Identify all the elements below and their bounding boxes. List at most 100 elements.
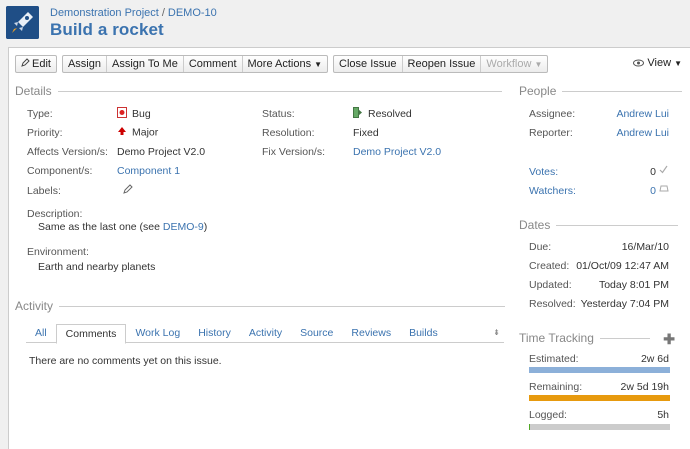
- activity-title: Activity: [15, 299, 54, 313]
- actions-group: Assign Assign To Me Comment More Actions…: [61, 55, 329, 73]
- watchers-count[interactable]: 0: [650, 185, 656, 197]
- remaining-value: 2w 5d 19h: [620, 381, 669, 393]
- chevron-down-icon: ▼: [674, 59, 682, 68]
- details-title: Details: [15, 84, 52, 98]
- issue-toolbar: Edit Assign Assign To Me Comment More Ac…: [15, 55, 553, 73]
- tab-history[interactable]: History: [189, 324, 240, 342]
- reporter-link[interactable]: Andrew Lui: [616, 127, 669, 139]
- vote-check-icon[interactable]: [659, 165, 668, 177]
- remaining-progress-bar: [529, 395, 670, 401]
- component-link[interactable]: Component 1: [117, 165, 180, 177]
- description-prefix: Same as the last one (see: [38, 221, 163, 233]
- votes-count: 0: [650, 166, 656, 178]
- tab-work-log[interactable]: Work Log: [126, 324, 189, 342]
- breadcrumb-project-link[interactable]: Demonstration Project: [50, 7, 159, 19]
- tab-builds[interactable]: Builds: [400, 324, 447, 342]
- priority-major-icon: [117, 126, 127, 139]
- breadcrumb: Demonstration Project / DEMO-10: [50, 7, 217, 19]
- view-button[interactable]: View ▼: [633, 57, 682, 69]
- project-logo-icon[interactable]: [6, 6, 39, 39]
- edit-button[interactable]: Edit: [16, 56, 56, 72]
- more-actions-label: More Actions: [247, 58, 312, 70]
- priority-text: Major: [132, 126, 159, 139]
- description-label: Description:: [27, 208, 83, 220]
- issue-panel: Edit Assign Assign To Me Comment More Ac…: [8, 47, 690, 449]
- logged-progress-fill: [529, 424, 531, 430]
- affects-version-label: Affects Version/s:: [27, 146, 108, 158]
- activity-section-title: Activity: [15, 299, 506, 313]
- add-time-plus-icon[interactable]: ✚: [663, 331, 675, 348]
- section-divider: [57, 90, 502, 92]
- bug-icon: [117, 107, 127, 121]
- reporter-label: Reporter:: [529, 127, 573, 139]
- workflow-button: Workflow ▼: [481, 56, 547, 72]
- workflow-group: Close Issue Reopen Issue Workflow ▼: [333, 55, 549, 73]
- status-label: Status:: [262, 108, 295, 120]
- assign-button[interactable]: Assign: [63, 56, 107, 72]
- type-value: Bug: [117, 107, 151, 121]
- due-label: Due:: [529, 241, 552, 253]
- tab-source[interactable]: Source: [291, 324, 342, 342]
- sort-order-icon[interactable]: ⇟: [493, 328, 500, 337]
- watch-eye-icon[interactable]: [659, 184, 669, 196]
- pencil-icon: [21, 56, 30, 72]
- eye-icon: [633, 57, 647, 69]
- people-title: People: [519, 84, 557, 98]
- estimated-progress-fill: [529, 367, 670, 373]
- edit-group: Edit: [15, 55, 57, 73]
- resolution-value: Fixed: [353, 127, 379, 139]
- view-label: View: [647, 57, 672, 69]
- watchers-link[interactable]: Watchers:: [529, 185, 576, 197]
- tab-activity[interactable]: Activity: [240, 324, 291, 342]
- remaining-progress-fill: [529, 395, 670, 401]
- section-divider: [59, 305, 506, 307]
- close-issue-button[interactable]: Close Issue: [334, 56, 403, 72]
- tab-comments[interactable]: Comments: [55, 324, 127, 344]
- section-divider: [599, 337, 650, 339]
- labels-label: Labels:: [27, 185, 61, 197]
- logged-value: 5h: [657, 409, 669, 421]
- workflow-label: Workflow: [486, 58, 532, 70]
- remaining-label: Remaining:: [529, 381, 583, 393]
- edit-label: Edit: [32, 58, 51, 70]
- affects-version-value: Demo Project V2.0: [117, 146, 206, 158]
- priority-label: Priority:: [27, 127, 63, 139]
- tab-all[interactable]: All: [26, 324, 56, 342]
- environment-value: Earth and nearby planets: [38, 261, 156, 273]
- breadcrumb-separator: /: [161, 7, 165, 19]
- assignee-label: Assignee:: [529, 108, 576, 120]
- component-label: Component/s:: [27, 165, 93, 177]
- no-comments-message: There are no comments yet on this issue.: [29, 355, 222, 367]
- chevron-down-icon: ▼: [534, 60, 543, 69]
- assign-to-me-button[interactable]: Assign To Me: [107, 56, 184, 72]
- issue-title[interactable]: Build a rocket: [50, 20, 164, 40]
- people-section-title: People: [519, 84, 683, 98]
- details-section-title: Details: [15, 84, 502, 98]
- resolved-label: Resolved:: [529, 298, 576, 310]
- section-divider: [562, 90, 683, 92]
- resolved-status-icon: [353, 107, 363, 121]
- breadcrumb-issue-key-link[interactable]: DEMO-10: [168, 7, 217, 19]
- more-actions-button[interactable]: More Actions ▼: [243, 56, 328, 72]
- edit-labels-pencil-icon[interactable]: [123, 184, 133, 197]
- issue-header: Demonstration Project / DEMO-10 Build a ro…: [0, 0, 690, 44]
- section-divider: [556, 224, 679, 226]
- dates-section-title: Dates: [519, 218, 679, 232]
- chevron-down-icon: ▼: [314, 60, 323, 69]
- estimated-progress-bar: [529, 367, 670, 373]
- votes-link[interactable]: Votes:: [529, 166, 558, 178]
- resolution-label: Resolution:: [262, 127, 315, 139]
- comment-button[interactable]: Comment: [184, 56, 243, 72]
- reopen-issue-button[interactable]: Reopen Issue: [403, 56, 482, 72]
- priority-value: Major: [117, 126, 158, 139]
- description-issue-link[interactable]: DEMO-9: [163, 221, 204, 233]
- time-tracking-title: Time Tracking: [519, 331, 594, 345]
- tab-reviews[interactable]: Reviews: [342, 324, 400, 342]
- estimated-label: Estimated:: [529, 353, 579, 365]
- updated-label: Updated:: [529, 279, 572, 291]
- updated-value: Today 8:01 PM: [598, 279, 669, 291]
- fix-version-link[interactable]: Demo Project V2.0: [353, 146, 441, 158]
- created-value: 01/Oct/09 12:47 AM: [576, 260, 669, 272]
- dates-title: Dates: [519, 218, 551, 232]
- assignee-link[interactable]: Andrew Lui: [616, 108, 669, 120]
